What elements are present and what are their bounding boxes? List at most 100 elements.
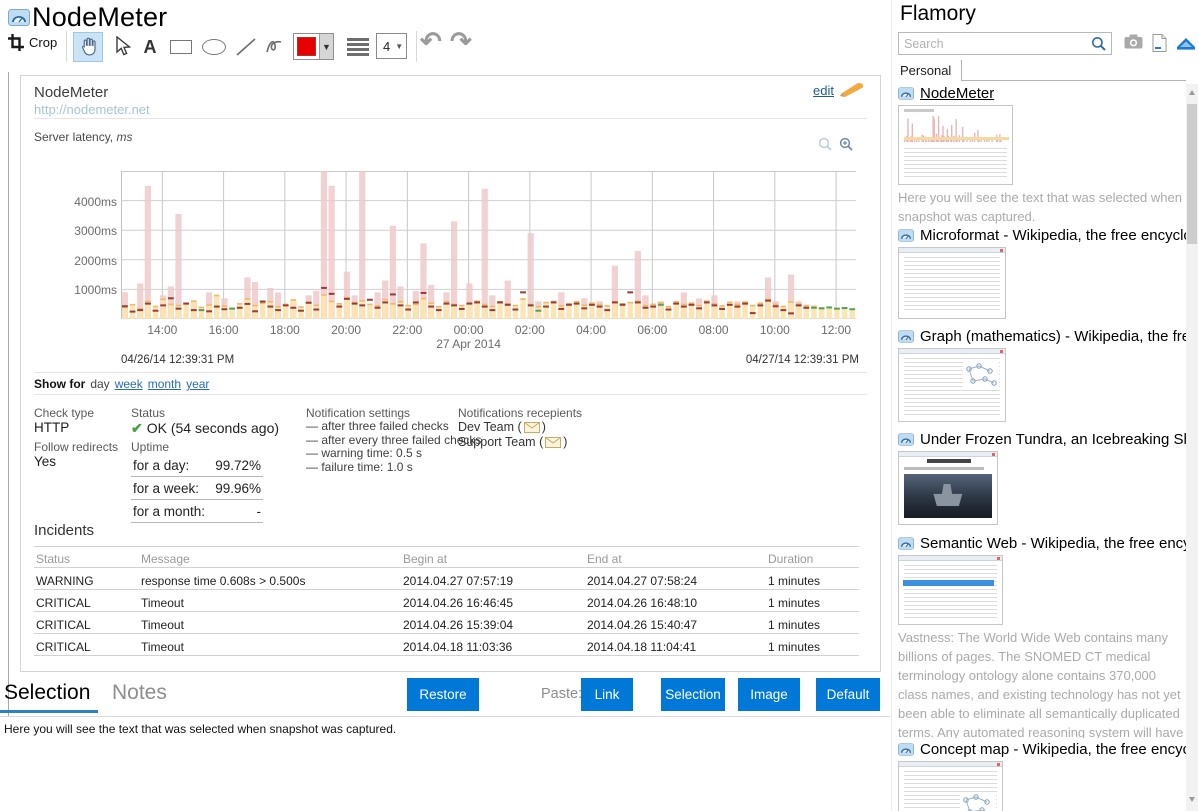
paste-image-button[interactable]: Image bbox=[738, 678, 800, 711]
list-item-title[interactable]: NodeMeter bbox=[898, 84, 1186, 102]
paste-link-button[interactable]: Link bbox=[581, 678, 633, 711]
divider bbox=[34, 394, 867, 395]
snapshot-thumbnail[interactable] bbox=[898, 761, 1003, 811]
list-item-title[interactable]: Under Frozen Tundra, an Icebreaking Ship… bbox=[898, 430, 1186, 448]
list-item[interactable]: Graph (mathematics) - Wikipedia, the fre… bbox=[898, 327, 1186, 422]
y-tick-label: 1000ms bbox=[39, 283, 117, 297]
scroll-down-icon[interactable] bbox=[1189, 797, 1195, 802]
text-icon: A bbox=[144, 37, 157, 58]
list-item-title[interactable]: Microformat - Wikipedia, the free encycl… bbox=[898, 226, 1186, 244]
incidents-title: Incidents bbox=[34, 522, 94, 539]
freehand-tool-button[interactable] bbox=[260, 32, 290, 62]
paste-default-button[interactable]: Default bbox=[816, 678, 880, 711]
hand-icon bbox=[78, 36, 98, 58]
hand-tool-button[interactable] bbox=[73, 32, 103, 62]
recipient-name: Dev Team ( bbox=[458, 420, 522, 435]
thumbnail-titlebar bbox=[899, 452, 997, 457]
paste-selection-button[interactable]: Selection bbox=[661, 678, 725, 711]
line-icon bbox=[235, 37, 257, 57]
list-item-title[interactable]: Graph (mathematics) - Wikipedia, the fre… bbox=[898, 327, 1186, 345]
divider bbox=[0, 716, 890, 717]
size-select[interactable]: 4 ▼ bbox=[376, 33, 407, 59]
show-for-week[interactable]: week bbox=[115, 377, 143, 391]
divider bbox=[34, 118, 867, 119]
snapshot-icon bbox=[898, 433, 914, 446]
list-item[interactable]: Semantic Web - Wikipedia, the free encyc… bbox=[898, 534, 1186, 738]
restore-button[interactable]: Restore bbox=[407, 678, 479, 711]
scroll-up-icon[interactable] bbox=[1189, 90, 1195, 95]
chart-title: Server latency, ms bbox=[34, 130, 133, 144]
list-item-title[interactable]: Semantic Web - Wikipedia, the free encyc… bbox=[898, 534, 1186, 552]
list-item[interactable]: NodeMeterHere you will see the text that… bbox=[898, 84, 1186, 226]
list-item-title-text: Concept map - Wikipedia, the free encycl… bbox=[920, 741, 1186, 758]
show-for-month[interactable]: month bbox=[148, 377, 181, 391]
snapshot-thumbnail[interactable] bbox=[898, 451, 998, 525]
snapshot-page: NodeMeter http://nodemeter.net edit Serv… bbox=[20, 75, 881, 672]
status-label: Status bbox=[131, 406, 165, 420]
show-for-day: day bbox=[90, 377, 109, 391]
edit-pencil-icon[interactable] bbox=[838, 80, 866, 98]
list-item[interactable]: Under Frozen Tundra, an Icebreaking Ship… bbox=[898, 430, 1186, 525]
color-swatch[interactable] bbox=[294, 34, 319, 59]
thumbnail-header-line bbox=[904, 109, 934, 112]
uptime-value: - bbox=[257, 504, 262, 519]
color-picker[interactable]: ▼ bbox=[293, 33, 334, 60]
site-title: NodeMeter bbox=[34, 84, 108, 101]
scrollbar-thumb[interactable] bbox=[1187, 104, 1197, 244]
redo-button[interactable]: ↷ bbox=[450, 26, 472, 56]
range-end-label: 04/27/14 12:39:31 PM bbox=[659, 354, 859, 366]
color-dropdown-caret[interactable]: ▼ bbox=[319, 34, 333, 59]
uptime-period: for a month: bbox=[133, 504, 205, 519]
snapshot-thumbnail[interactable] bbox=[898, 555, 1003, 625]
envelope-icon bbox=[545, 437, 561, 448]
tab-personal[interactable]: Personal bbox=[898, 60, 962, 81]
thumbnail-lines bbox=[904, 148, 1007, 180]
table-line bbox=[34, 633, 859, 634]
x-tick-label: 08:00 bbox=[684, 323, 744, 337]
sidebar-border bbox=[891, 0, 892, 811]
snapshot-thumbnail[interactable] bbox=[898, 105, 1013, 185]
site-url[interactable]: http://nodemeter.net bbox=[34, 102, 150, 117]
snapshot-icon bbox=[898, 537, 914, 550]
uptime-row: for a month: - bbox=[131, 500, 263, 523]
snapshot-icon bbox=[898, 330, 914, 343]
list-item-title-text: Semantic Web - Wikipedia, the free encyc… bbox=[920, 535, 1186, 552]
thumbnail-titlebar bbox=[899, 349, 1005, 354]
zoom-in-icon[interactable] bbox=[839, 137, 854, 152]
text-tool-button[interactable]: A bbox=[138, 32, 162, 62]
crop-button[interactable]: Crop bbox=[8, 34, 57, 51]
list-item[interactable]: Concept map - Wikipedia, the free encycl… bbox=[898, 740, 1186, 811]
rectangle-tool-button[interactable] bbox=[166, 32, 196, 62]
search-icon[interactable] bbox=[1091, 36, 1107, 52]
snapshot-thumbnail[interactable] bbox=[898, 247, 1006, 319]
flamory-logo-icon[interactable] bbox=[1176, 34, 1196, 51]
list-item[interactable]: Microformat - Wikipedia, the free encycl… bbox=[898, 226, 1186, 319]
thumbnail-titlebar bbox=[899, 248, 1005, 253]
ship-shape bbox=[930, 484, 964, 506]
select-tool-button[interactable] bbox=[108, 32, 136, 62]
chart-zoom-controls bbox=[818, 137, 854, 152]
edit-link[interactable]: edit bbox=[813, 83, 834, 98]
show-for-year[interactable]: year bbox=[186, 377, 209, 391]
uptime-value: 99.72% bbox=[215, 458, 261, 473]
uptime-period: for a day: bbox=[133, 458, 189, 473]
tab-notes[interactable]: Notes bbox=[112, 681, 167, 705]
line-width-button[interactable] bbox=[344, 32, 372, 62]
app-logo-icon bbox=[8, 9, 30, 26]
new-page-icon[interactable] bbox=[1152, 34, 1167, 52]
tab-strip-line bbox=[962, 80, 1186, 81]
search-input[interactable] bbox=[899, 37, 1091, 51]
camera-icon[interactable] bbox=[1124, 34, 1143, 49]
latency-chart[interactable] bbox=[121, 171, 856, 319]
undo-button[interactable]: ↶ bbox=[420, 26, 442, 56]
x-tick-label: 14:00 bbox=[132, 323, 192, 337]
x-tick-label: 00:00 bbox=[439, 323, 499, 337]
ellipse-tool-button[interactable] bbox=[198, 32, 230, 62]
snapshot-thumbnail[interactable] bbox=[898, 348, 1006, 422]
line-tool-button[interactable] bbox=[232, 32, 260, 62]
notification-settings-list: — after three failed checks— after every… bbox=[306, 420, 481, 474]
list-item-title[interactable]: Concept map - Wikipedia, the free encycl… bbox=[898, 740, 1186, 758]
zoom-out-icon[interactable] bbox=[818, 137, 833, 152]
tab-selection[interactable]: Selection bbox=[4, 681, 90, 705]
search-box bbox=[898, 32, 1112, 55]
